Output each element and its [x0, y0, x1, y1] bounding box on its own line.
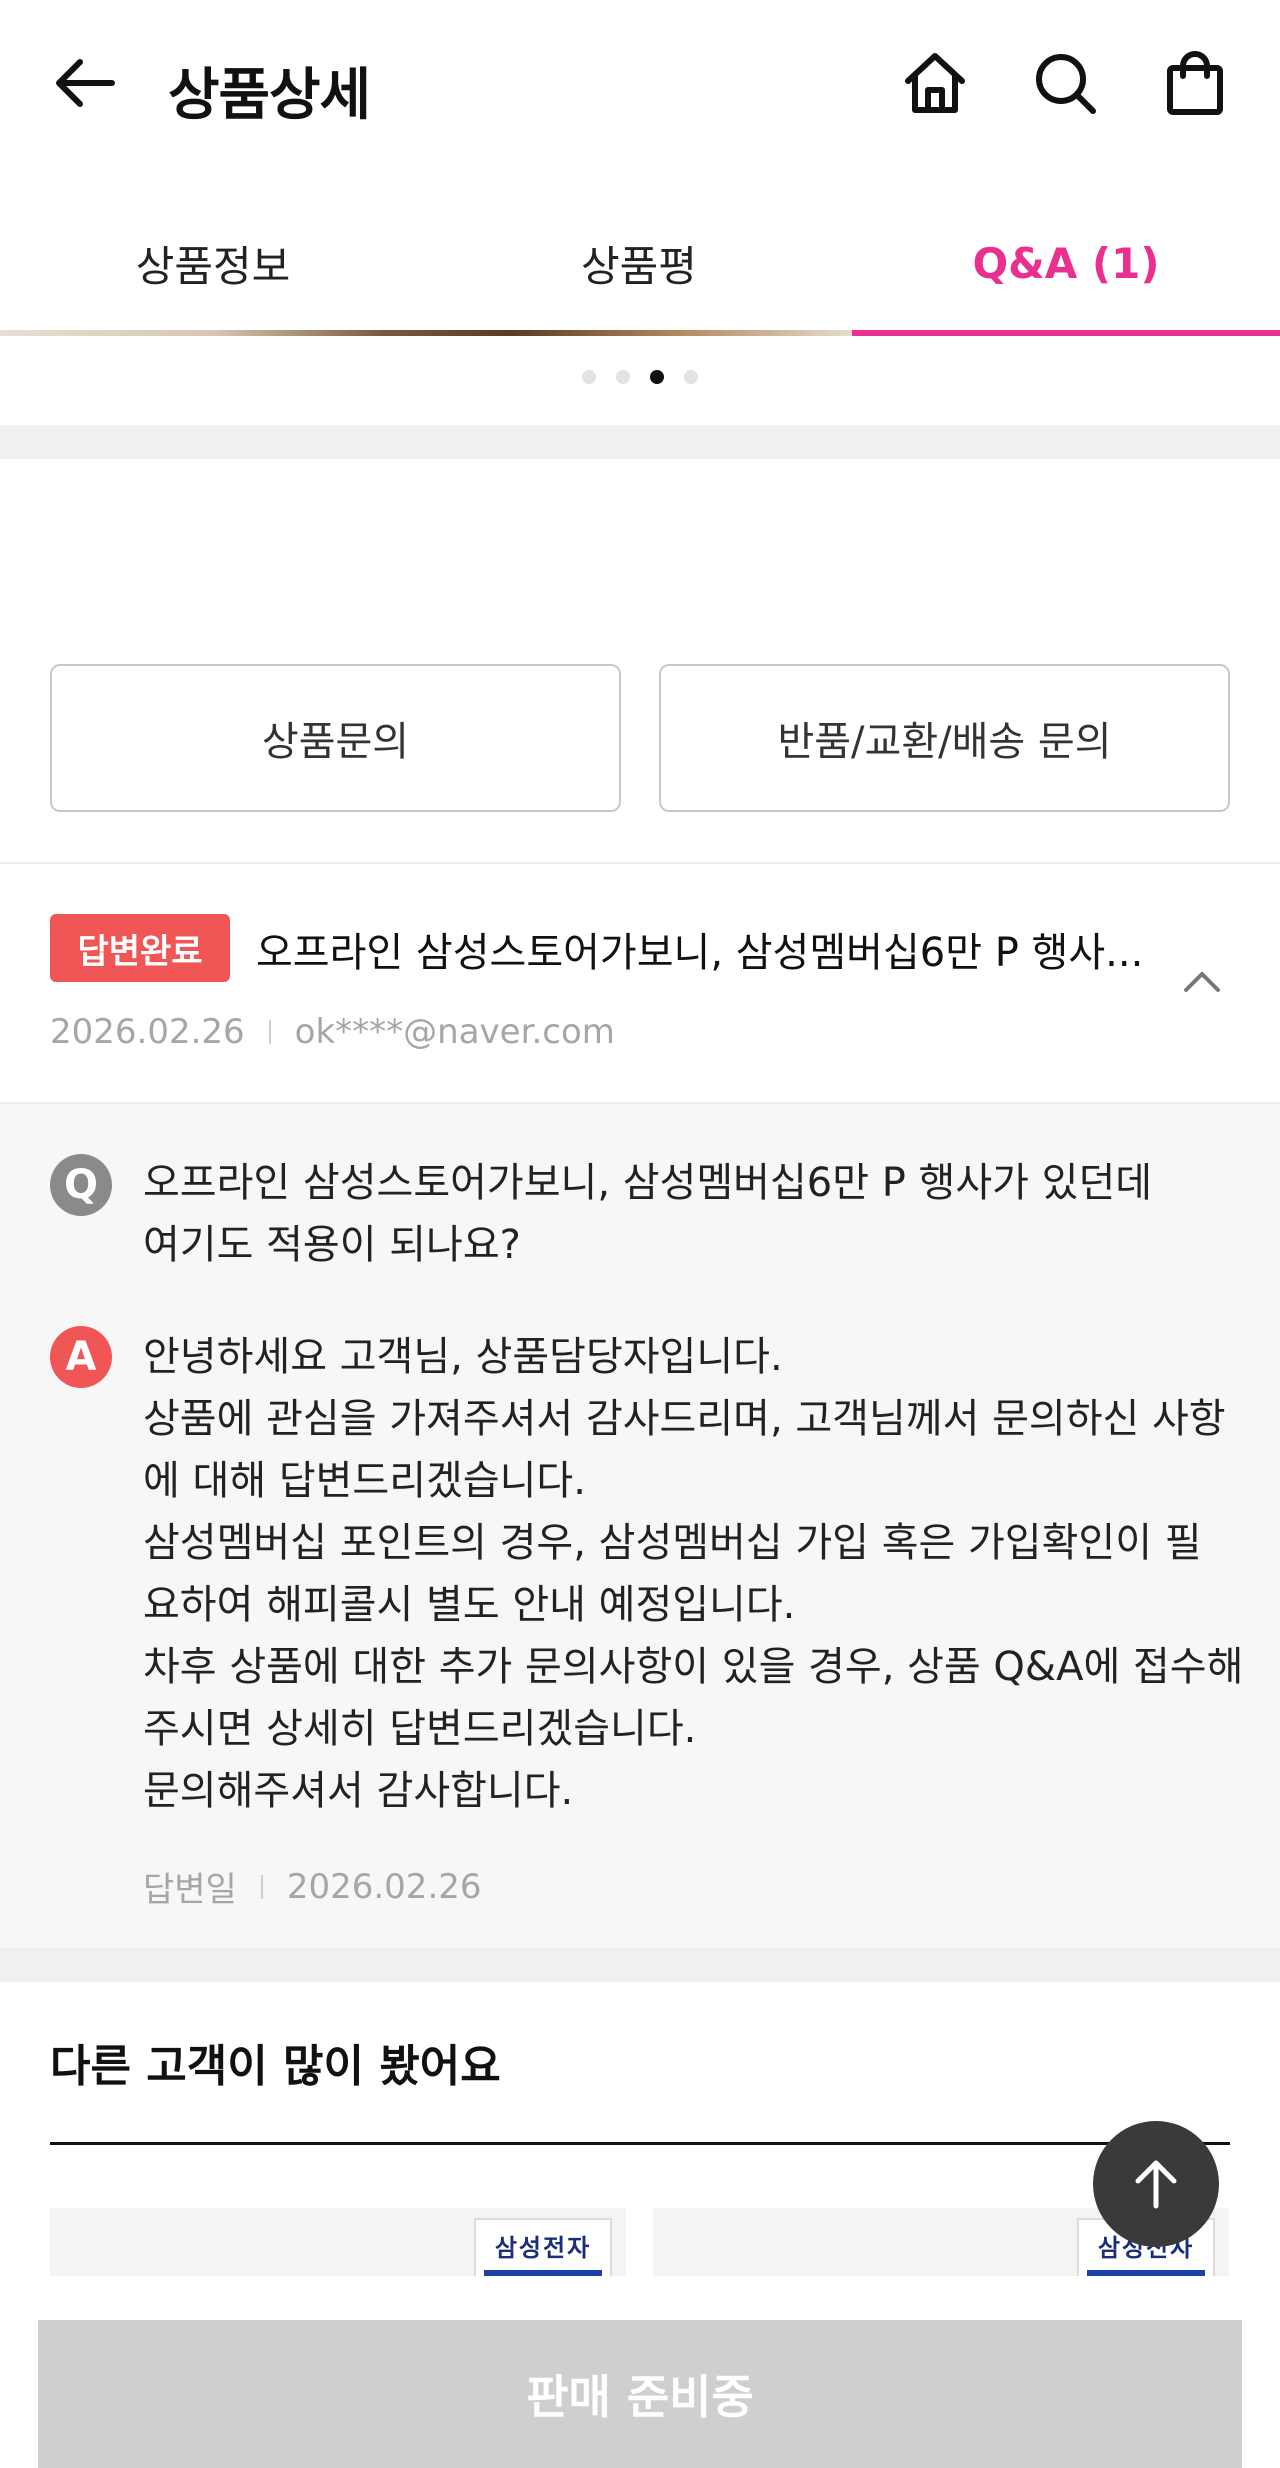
meta-separator — [260, 1874, 263, 1899]
shopping-bag-icon — [1167, 51, 1223, 115]
meta-separator — [268, 1020, 271, 1044]
detail-tabs: 상품정보 상품평 Q&A (1) — [0, 190, 1280, 336]
scroll-to-top-button[interactable] — [1093, 2121, 1219, 2247]
question-icon: Q — [50, 1154, 112, 1216]
question-line: 여기도 적용이 되나요? — [143, 1222, 521, 1268]
answer-line: 상품에 관심을 가져주셔서 감사드리며, 고객님께서 문의하신 사항 — [143, 1396, 1226, 1442]
qa-meta: 2026.02.26 ok****@naver.com — [50, 1012, 615, 1052]
section-rule — [50, 2142, 1230, 2145]
question-line: 오프라인 삼성스토어가보니, 삼성멤버십6만 P 행사가 있던데 — [143, 1160, 1153, 1206]
active-tab-indicator — [852, 330, 1280, 336]
carousel-indicator — [0, 370, 1280, 384]
qa-title[interactable]: 오프라인 삼성스토어가보니, 삼성멤버십6만 P 행사... — [256, 920, 1156, 978]
answer-line: 에 대해 답변드리겠습니다. — [143, 1458, 586, 1504]
cart-button[interactable] — [1160, 48, 1230, 118]
recommendations-title: 다른 고객이 많이 봤어요 — [50, 2041, 501, 2092]
answer-text: 안녕하세요 고객님, 상품담당자입니다. 상품에 관심을 가져주셔서 감사드리며… — [143, 1326, 1243, 1822]
answer-line: 주시면 상세히 답변드리겠습니다. — [143, 1706, 697, 1752]
answer-icon: A — [50, 1326, 112, 1388]
tab-qa[interactable]: Q&A (1) — [852, 190, 1280, 336]
purchase-button-disabled[interactable]: 판매 준비중 — [38, 2320, 1242, 2468]
section-divider — [0, 425, 1280, 459]
answer-date: 2026.02.26 — [286, 1866, 482, 1907]
home-icon — [905, 53, 965, 113]
carousel-dot[interactable] — [616, 370, 630, 384]
answer-date-label: 답변일 — [143, 1870, 237, 1910]
section-divider — [0, 1948, 1280, 1982]
answer-meta: 답변일 2026.02.26 — [143, 1862, 482, 1911]
answer-line: 안녕하세요 고객님, 상품담당자입니다. — [143, 1334, 783, 1380]
tab-reviews[interactable]: 상품평 — [426, 190, 852, 336]
collapse-button[interactable] — [1180, 960, 1224, 1004]
product-image-strip — [0, 330, 852, 336]
back-arrow-icon — [56, 59, 115, 107]
answer-line: 요하여 해피콜시 별도 안내 예정입니다. — [143, 1582, 796, 1628]
page-title: 상품상세 — [168, 63, 371, 128]
question-text: 오프라인 삼성스토어가보니, 삼성멤버십6만 P 행사가 있던데 여기도 적용이… — [143, 1152, 1243, 1276]
search-button[interactable] — [1030, 48, 1100, 118]
carousel-dot[interactable] — [582, 370, 596, 384]
qa-author: ok****@naver.com — [294, 1012, 615, 1052]
status-badge: 답변완료 — [50, 914, 230, 982]
search-icon — [1036, 54, 1096, 114]
brand-label: 삼성전자 — [494, 2234, 592, 2262]
back-button[interactable] — [50, 48, 120, 118]
carousel-dot[interactable] — [684, 370, 698, 384]
home-button[interactable] — [900, 48, 970, 118]
return-exchange-inquiry-button[interactable]: 반품/교환/배송 문의 — [659, 664, 1230, 812]
app-header: 상품상세 — [0, 0, 1280, 170]
chevron-up-icon — [1184, 972, 1220, 992]
tab-product-info[interactable]: 상품정보 — [0, 190, 426, 336]
answer-line: 삼성멤버십 포인트의 경우, 삼성멤버십 가입 혹은 가입확인이 필 — [143, 1520, 1202, 1566]
answer-line: 차후 상품에 대한 추가 문의사항이 있을 경우, 상품 Q&A에 접수해 — [143, 1644, 1244, 1690]
product-inquiry-button[interactable]: 상품문의 — [50, 664, 621, 812]
qa-date: 2026.02.26 — [50, 1012, 245, 1052]
divider — [0, 862, 1280, 864]
arrow-up-icon — [1135, 2160, 1177, 2209]
answer-line: 문의해주셔서 감사합니다. — [143, 1768, 574, 1814]
carousel-dot-active[interactable] — [650, 370, 664, 384]
